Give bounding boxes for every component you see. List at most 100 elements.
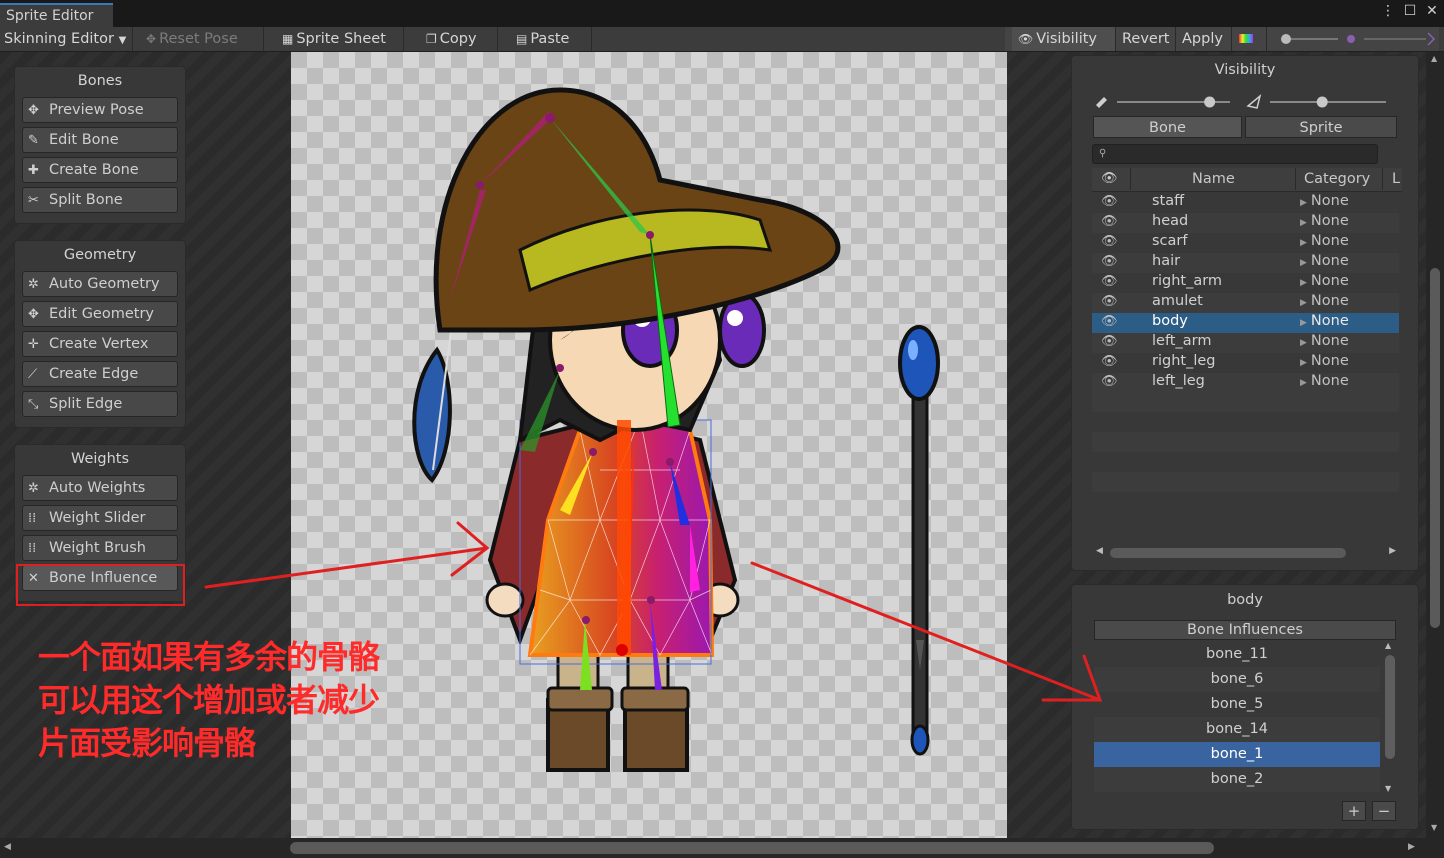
add-bone-button[interactable]: + — [1342, 801, 1366, 821]
maximize-icon[interactable]: ☐ — [1402, 3, 1418, 19]
close-icon[interactable]: ✕ — [1424, 3, 1440, 19]
expand-arrow-icon: ▶ — [1300, 298, 1307, 308]
influence-scrollbar[interactable]: ▲ ▼ — [1384, 641, 1396, 793]
scroll-right-icon[interactable]: ▶ — [1408, 842, 1415, 852]
tab-bone[interactable]: Bone — [1093, 116, 1242, 138]
eye-icon[interactable]: 👁 — [1101, 374, 1118, 389]
eye-icon[interactable]: 👁 — [1101, 171, 1118, 186]
category-value: None — [1310, 313, 1349, 329]
eye-icon[interactable]: 👁 — [1101, 334, 1118, 349]
bones-panel: Bones ✥ Preview Pose ✎ Edit Bone ✚ Create B… — [14, 66, 186, 224]
eye-icon[interactable]: 👁 — [1101, 254, 1118, 269]
category-dropdown[interactable]: ▶ None — [1300, 333, 1349, 349]
visibility-toggle[interactable]: 👁 Visibility — [1012, 27, 1116, 51]
influence-list-item[interactable]: bone_6 — [1094, 667, 1380, 692]
auto-weights-button[interactable]: ✲ Auto Weights — [22, 475, 178, 501]
reset-pose-button[interactable]: ✥ Reset Pose — [140, 27, 264, 51]
influence-list-item[interactable]: bone_1 — [1094, 742, 1380, 767]
create-edge-button[interactable]: ⟋ Create Edge — [22, 361, 178, 387]
column-l[interactable]: L — [1392, 171, 1400, 187]
vertical-scroll-thumb[interactable] — [1430, 268, 1440, 628]
influence-list-item[interactable]: bone_14 — [1094, 717, 1380, 742]
list-item[interactable]: 👁 scarf ▶ None — [1092, 233, 1399, 253]
split-edge-label: Split Edge — [49, 396, 123, 412]
category-dropdown[interactable]: ▶ None — [1300, 353, 1349, 369]
category-value: None — [1310, 213, 1349, 229]
influence-list-item[interactable]: bone_11 — [1094, 642, 1380, 667]
more-options-icon[interactable]: ⋮ — [1380, 3, 1396, 19]
tab-sprite[interactable]: Sprite — [1245, 116, 1397, 138]
scroll-up-icon[interactable]: ▲ — [1385, 641, 1391, 650]
eye-icon[interactable]: 👁 — [1101, 194, 1118, 209]
sprite-opacity-thumb[interactable] — [1316, 96, 1328, 108]
list-item[interactable]: 👁 amulet ▶ None — [1092, 293, 1399, 313]
category-dropdown[interactable]: ▶ None — [1300, 313, 1349, 329]
scroll-down-icon[interactable]: ▼ — [1385, 784, 1391, 793]
horizontal-scrollbar[interactable]: ◀ ▶ — [1092, 546, 1402, 560]
create-bone-icon: ✚ — [28, 162, 39, 178]
weight-slider-button[interactable]: ⁞⁞ Weight Slider — [22, 505, 178, 531]
list-item[interactable]: 👁 body ▶ None — [1092, 313, 1399, 333]
revert-button[interactable]: Revert — [1116, 27, 1176, 51]
scroll-right-icon[interactable]: ▶ — [1389, 546, 1396, 556]
scroll-thumb[interactable] — [1110, 548, 1346, 558]
category-value: None — [1310, 273, 1349, 289]
sprite-sheet-button[interactable]: ▦ Sprite Sheet — [276, 27, 404, 51]
copy-button[interactable]: ❐ Copy — [420, 27, 498, 51]
list-item[interactable]: 👁 hair ▶ None — [1092, 253, 1399, 273]
opacity-sliders[interactable] — [1092, 91, 1392, 111]
edit-geometry-button[interactable]: ✥ Edit Geometry — [22, 301, 178, 327]
influence-list-item[interactable]: bone_2 — [1094, 767, 1380, 792]
create-vertex-button[interactable]: ✛ Create Vertex — [22, 331, 178, 357]
column-category[interactable]: Category — [1304, 171, 1370, 187]
list-item[interactable]: 👁 right_arm ▶ None — [1092, 273, 1399, 293]
mode-dropdown[interactable]: Skinning Editor ▼ — [0, 27, 133, 51]
color-toggle[interactable] — [1233, 27, 1267, 51]
influence-list-item[interactable]: bone_5 — [1094, 692, 1380, 717]
scroll-up-icon[interactable]: ▲ — [1431, 54, 1437, 63]
category-dropdown[interactable]: ▶ None — [1300, 193, 1349, 209]
zoom-slider-thumb[interactable] — [1281, 34, 1291, 44]
category-value: None — [1310, 233, 1349, 249]
eye-icon[interactable]: 👁 — [1101, 314, 1118, 329]
scroll-left-icon[interactable]: ◀ — [1096, 546, 1103, 556]
list-item[interactable]: 👁 head ▶ None — [1092, 213, 1399, 233]
influence-scroll-thumb[interactable] — [1385, 655, 1395, 759]
category-dropdown[interactable]: ▶ None — [1300, 233, 1349, 249]
category-dropdown[interactable]: ▶ None — [1300, 293, 1349, 309]
weight-brush-button[interactable]: ⁞⁞ Weight Brush — [22, 535, 178, 561]
category-value: None — [1310, 293, 1349, 309]
canvas-scroll-thumb[interactable] — [290, 842, 1214, 854]
apply-button[interactable]: Apply — [1176, 27, 1232, 51]
remove-bone-button[interactable]: − — [1372, 801, 1396, 821]
vertical-scrollbar[interactable]: ▲ ▼ — [1426, 52, 1444, 838]
scroll-left-icon[interactable]: ◀ — [4, 842, 11, 852]
preview-pose-button[interactable]: ✥ Preview Pose — [22, 97, 178, 123]
category-dropdown[interactable]: ▶ None — [1300, 253, 1349, 269]
list-item[interactable]: 👁 staff ▶ None — [1092, 193, 1399, 213]
edit-bone-button[interactable]: ✎ Edit Bone — [22, 127, 178, 153]
zoom-sliders[interactable] — [1276, 27, 1436, 51]
split-edge-button[interactable]: ⤡ Split Edge — [22, 391, 178, 417]
eye-icon[interactable]: 👁 — [1101, 234, 1118, 249]
split-bone-button[interactable]: ✂ Split Bone — [22, 187, 178, 213]
category-dropdown[interactable]: ▶ None — [1300, 213, 1349, 229]
bone-opacity-thumb[interactable] — [1204, 96, 1216, 108]
auto-geometry-button[interactable]: ✲ Auto Geometry — [22, 271, 178, 297]
category-dropdown[interactable]: ▶ None — [1300, 273, 1349, 289]
window-tab[interactable]: Sprite Editor — [0, 3, 113, 27]
paste-button[interactable]: ▤ Paste — [510, 27, 592, 51]
eye-icon[interactable]: 👁 — [1101, 294, 1118, 309]
list-item[interactable]: 👁 left_arm ▶ None — [1092, 333, 1399, 353]
canvas-horizontal-scrollbar[interactable]: ◀ ▶ — [0, 838, 1444, 858]
create-bone-button[interactable]: ✚ Create Bone — [22, 157, 178, 183]
column-name[interactable]: Name — [1192, 171, 1235, 187]
list-item[interactable]: 👁 left_leg ▶ None — [1092, 373, 1399, 393]
list-item[interactable]: 👁 right_leg ▶ None — [1092, 353, 1399, 373]
scroll-down-icon[interactable]: ▼ — [1431, 823, 1437, 832]
eye-icon[interactable]: 👁 — [1101, 214, 1118, 229]
search-input[interactable]: ⚲ — [1092, 144, 1378, 164]
eye-icon[interactable]: 👁 — [1101, 354, 1118, 369]
category-dropdown[interactable]: ▶ None — [1300, 373, 1349, 389]
eye-icon[interactable]: 👁 — [1101, 274, 1118, 289]
